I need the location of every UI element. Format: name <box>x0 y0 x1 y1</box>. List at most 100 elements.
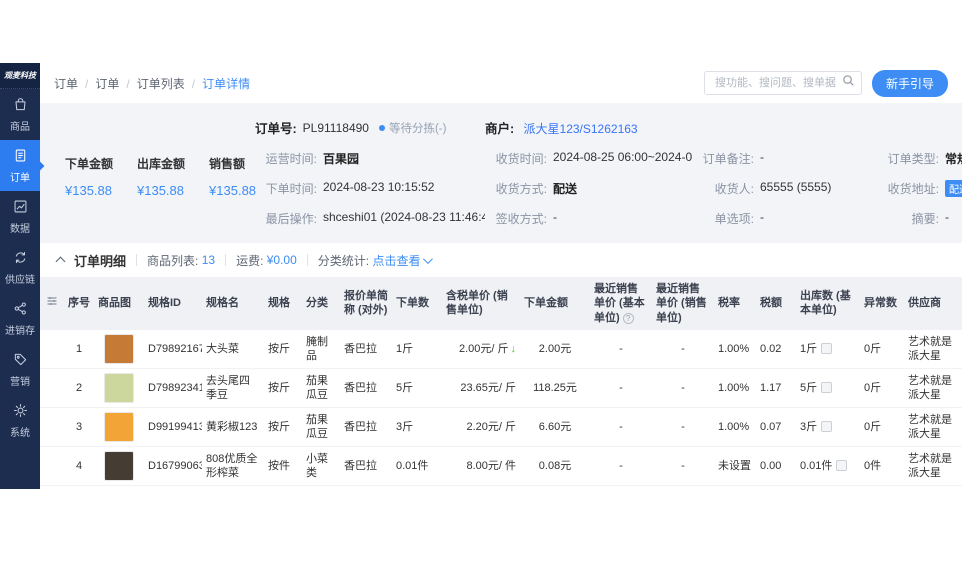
cell-quote-name: 香巴拉 <box>340 369 392 408</box>
search-input[interactable] <box>713 76 842 90</box>
cell-order-qty: 1斤 <box>392 330 442 369</box>
cell-tax-price: 2.20元/ 斤 <box>442 408 520 447</box>
cell-supplier: 艺术就是派大星 <box>904 408 962 447</box>
sidebar-item-goods[interactable]: 商品 <box>0 89 40 140</box>
merchant-block: 商户: 派大星123/S1262163 <box>485 118 638 137</box>
outbound-edit-icon[interactable] <box>821 343 832 354</box>
product-image <box>94 330 144 369</box>
outbound-edit-icon[interactable] <box>821 421 832 432</box>
order-detail-app: 观麦科技 商品 订单 数据 供应链 进销存 营销 系统 <box>0 63 962 489</box>
column-header: 税额 <box>756 277 796 330</box>
sidebar-item-label: 供应链 <box>5 271 35 286</box>
cell-seq: 2 <box>64 369 94 408</box>
freight-value: ¥0.00 <box>267 253 297 267</box>
category-stats-link[interactable]: 点击查看 <box>372 252 420 269</box>
cell-tax-amount: 0.00 <box>756 486 796 489</box>
order-number-label: 订单号: <box>255 118 297 137</box>
collapse-chevron-icon[interactable] <box>56 255 66 265</box>
sidebar-item-supply-chain[interactable]: 供应链 <box>0 242 40 293</box>
column-settings-icon[interactable] <box>40 277 64 330</box>
supply-chain-icon <box>13 250 28 268</box>
price-down-arrow-icon: ↓ <box>511 343 517 355</box>
column-header: 税率 <box>714 277 756 330</box>
column-header: 规格 <box>264 277 302 330</box>
search-icon[interactable] <box>842 74 855 92</box>
cell-unit: 按斤 <box>264 408 302 447</box>
sidebar-item-marketing[interactable]: 营销 <box>0 344 40 395</box>
divider <box>225 254 226 266</box>
cell-order-qty: 5斤 <box>392 369 442 408</box>
beginner-guide-button[interactable]: 新手引导 <box>872 70 948 97</box>
table-row: 2D79892341去头尾四季豆按斤茄果瓜豆香巴拉5斤23.65元/ 斤118.… <box>40 369 962 408</box>
outbound-edit-icon[interactable] <box>821 382 832 393</box>
cell-outbound-qty: 5斤 <box>796 369 860 408</box>
cell-quote-name: 香巴拉 <box>340 408 392 447</box>
field-receive-address: 收货地址:配送广 <box>877 180 962 197</box>
order-items-table-wrap: 序号商品图规格ID规格名规格分类报价单简称 (对外)下单数含税单价 (销售单位)… <box>40 277 962 489</box>
column-header: 规格名 <box>202 277 264 330</box>
product-image[interactable] <box>104 412 134 442</box>
cell-outbound-qty: 1斤 <box>796 486 860 489</box>
order-number-value: PL91118490 <box>303 121 369 135</box>
goods-list-label: 商品列表: <box>147 252 198 269</box>
cell-recent-sale: - <box>652 330 714 369</box>
sidebar-item-data[interactable]: 数据 <box>0 191 40 242</box>
field-operation-time: 运营时间:百果园 <box>255 150 485 167</box>
order-number-row: 订单号: PL91118490 等待分拣(-) 商户: 派大星123/S1262… <box>255 118 962 137</box>
detail-title: 订单明细 <box>74 251 126 270</box>
cell-outbound-qty: 0.01件 <box>796 447 860 486</box>
column-header: 最近销售单价 (销售单位) <box>652 277 714 330</box>
table-header-row: 序号商品图规格ID规格名规格分类报价单简称 (对外)下单数含税单价 (销售单位)… <box>40 277 962 330</box>
cell-seq: 4 <box>64 447 94 486</box>
sidebar-item-orders[interactable]: 订单 <box>0 140 40 191</box>
order-fields-grid: 运营时间:百果园 收货时间:2024-08-25 06:00~2024-08-2… <box>255 150 962 243</box>
cell-supplier: 艺术就是派大星 <box>904 369 962 408</box>
table-row: 1D79892167大头菜按斤腌制品香巴拉1斤2.00元/ 斤↓2.00元--1… <box>40 330 962 369</box>
cell-recent-base: - <box>590 447 652 486</box>
cell-tax-amount: 0.02 <box>756 330 796 369</box>
chevron-down-icon[interactable] <box>423 254 433 264</box>
field-order-option: 单选项:- <box>692 210 877 227</box>
merchant-link[interactable]: 派大星123/S1262163 <box>524 122 638 136</box>
cell-tax-rate: 1.00% <box>714 408 756 447</box>
sidebar-item-inventory[interactable]: 进销存 <box>0 293 40 344</box>
cell-recent-sale: - <box>652 408 714 447</box>
field-order-time: 下单时间:2024-08-23 10:15:52 <box>255 180 485 197</box>
field-receiver: 收货人:65555 (5555) <box>692 180 877 197</box>
cell-tax-amount: 0.00 <box>756 447 796 486</box>
metric-label: 出库金额 <box>137 155 185 172</box>
cell-tax-price: 23.65元/ 斤 <box>442 369 520 408</box>
cell-order-amount: 0.08元 <box>520 447 590 486</box>
cell-tax-price: 8.00元/ 斤 <box>442 486 520 489</box>
breadcrumb-order-list[interactable]: 订单列表 <box>137 75 202 92</box>
cell-unit: 按斤 <box>264 330 302 369</box>
metric-order-amount: 下单金额 ¥135.88 <box>65 155 113 243</box>
cell-supplier: 艺术就是派大星 <box>904 330 962 369</box>
cell-tax-price: 2.00元/ 斤↓ <box>442 330 520 369</box>
inventory-share-icon <box>13 301 28 319</box>
divider <box>307 254 308 266</box>
table-row: 5D1978616D腱肉按斤肉类香巴拉1斤8.00元/ 斤8.00元--未设置0… <box>40 486 962 489</box>
sidebar-item-label: 订单 <box>10 169 30 184</box>
delivery-badge: 配送 <box>945 180 962 197</box>
cell-unit: 按件 <box>264 447 302 486</box>
product-image[interactable] <box>104 451 134 481</box>
cell-recent-sale: - <box>652 369 714 408</box>
cell-tax-amount: 1.17 <box>756 369 796 408</box>
marketing-tag-icon <box>13 352 28 370</box>
cell-order-amount: 118.25元 <box>520 369 590 408</box>
outbound-edit-icon[interactable] <box>836 460 847 471</box>
info-circle-icon[interactable]: ? <box>623 313 634 324</box>
cell-category: 小菜类 <box>302 447 340 486</box>
breadcrumb-order-detail: 订单详情 <box>202 75 250 92</box>
product-image[interactable] <box>104 334 134 364</box>
category-stats-label: 分类统计: <box>318 252 369 269</box>
sidebar-item-system[interactable]: 系统 <box>0 395 40 446</box>
breadcrumb-orders-sub[interactable]: 订单 <box>95 75 136 92</box>
global-search[interactable] <box>704 71 862 95</box>
cell-tax-rate: 未设置 <box>714 447 756 486</box>
breadcrumb-orders[interactable]: 订单 <box>54 75 95 92</box>
product-image[interactable] <box>104 373 134 403</box>
cell-order-qty: 0.01件 <box>392 447 442 486</box>
cell-spec-name: 808优质全形榨菜 <box>202 447 264 486</box>
